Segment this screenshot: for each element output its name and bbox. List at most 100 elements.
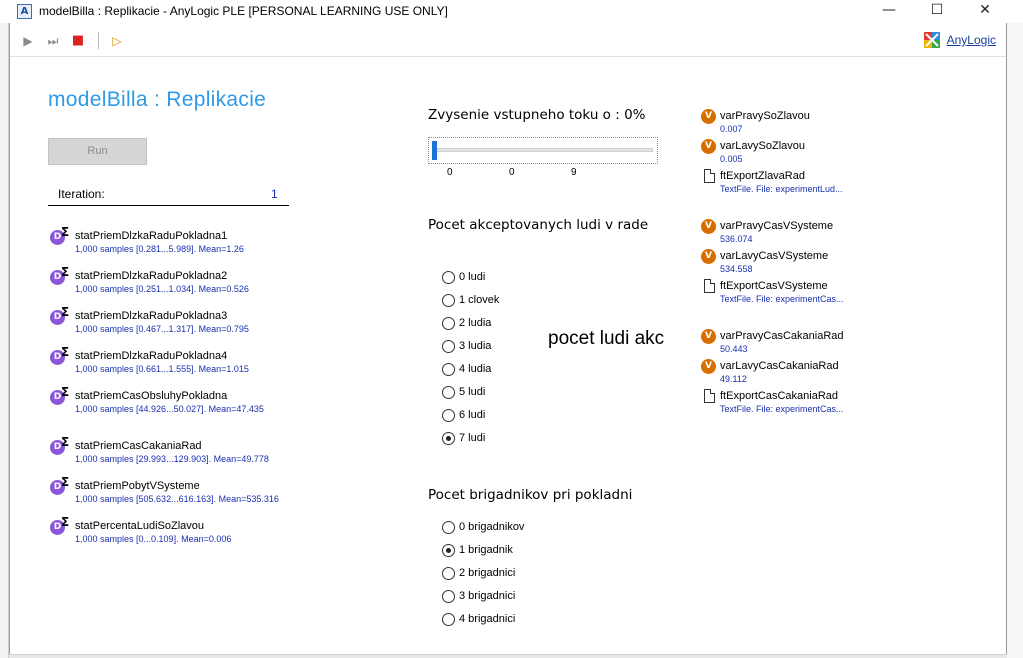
- minimize-button[interactable]: —: [866, 0, 912, 23]
- radio-button[interactable]: [442, 613, 455, 626]
- statistics-name: statPriemDlzkaRaduPokladna2: [75, 270, 228, 282]
- statistics-item[interactable]: D ΣstatPriemDlzkaRaduPokladna2 1,000 sampl…: [50, 265, 310, 298]
- toolbar-divider: [10, 56, 1006, 57]
- radio-button[interactable]: [442, 386, 455, 399]
- statistics-name: statPriemDlzkaRaduPokladna3: [75, 310, 228, 322]
- file-icon: [704, 169, 715, 183]
- toolbar-separator: [98, 32, 99, 49]
- slider-thumb[interactable]: [432, 141, 437, 160]
- variable-name: varPravyCasCakaniaRad: [720, 330, 844, 342]
- iteration-value: 1: [271, 187, 278, 201]
- run-until-icon[interactable]: ▷: [108, 32, 126, 50]
- variable-item[interactable]: VvarPravyCasCakaniaRad 50.443: [701, 328, 881, 356]
- variable-item[interactable]: VvarPravySoZlavou 0.007: [701, 108, 881, 136]
- variable-value: 49.112: [720, 374, 747, 384]
- statistics-name: statPriemCasObsluhyPokladna: [75, 390, 228, 402]
- queue-group-title: Pocet akceptovanych ludi v rade: [428, 217, 649, 233]
- radio-option[interactable]: 1 clovek: [442, 293, 562, 311]
- statistics-item[interactable]: D ΣstatPriemDlzkaRaduPokladna1 1,000 sampl…: [50, 225, 310, 258]
- anylogic-logo-icon: [924, 32, 940, 48]
- variable-value: TextFile. File: experimentCas...: [720, 294, 844, 304]
- variable-item[interactable]: VvarLavyCasVSysteme 534.558: [701, 248, 881, 276]
- variable-value: TextFile. File: experimentLud...: [720, 184, 843, 194]
- variable-item[interactable]: VvarLavySoZlavou 0.005: [701, 138, 881, 166]
- radio-button[interactable]: [442, 317, 455, 330]
- variable-icon: V: [701, 359, 716, 374]
- radio-label: 3 ludia: [459, 340, 492, 352]
- anylogic-link[interactable]: AnyLogic: [947, 33, 996, 47]
- radio-label: 4 ludia: [459, 363, 492, 375]
- statistics-icon: DΣ: [50, 435, 74, 456]
- radio-label: 2 brigadnici: [459, 567, 516, 579]
- close-button[interactable]: ✕: [962, 0, 1008, 23]
- variable-value: 0.005: [720, 154, 743, 164]
- stop-icon[interactable]: ■: [69, 32, 87, 50]
- statistics-name: statPriemDlzkaRaduPokladna1: [75, 230, 228, 242]
- radio-button[interactable]: [442, 409, 455, 422]
- variable-icon: V: [701, 109, 716, 124]
- statistics-value: 1,000 samples [0...0.109]. Mean=0.006: [75, 534, 232, 544]
- step-icon[interactable]: ⏭: [44, 32, 62, 50]
- radio-label: 6 ludi: [459, 409, 486, 421]
- radio-option[interactable]: 5 ludi: [442, 385, 562, 403]
- statistics-value: 1,000 samples [0.661...1.555]. Mean=1.01…: [75, 364, 249, 374]
- variable-value: TextFile. File: experimentCas...: [720, 404, 844, 414]
- variable-value: 534.558: [720, 264, 753, 274]
- input-flow-slider[interactable]: [428, 137, 658, 164]
- statistics-icon: DΣ: [50, 305, 74, 326]
- statistics-value: 1,000 samples [44.926...50.027]. Mean=47…: [75, 404, 264, 414]
- variable-icon: V: [701, 329, 716, 344]
- radio-option[interactable]: 0 ludi: [442, 270, 562, 288]
- slider-title: Zvysenie vstupneho toku o : 0%: [428, 107, 646, 123]
- variable-value: 0.007: [720, 124, 743, 134]
- radio-option[interactable]: 4 brigadnici: [442, 612, 562, 630]
- radio-label: 3 brigadnici: [459, 590, 516, 602]
- radio-label: 5 ludi: [459, 386, 486, 398]
- radio-option[interactable]: 7 ludi: [442, 431, 562, 449]
- iteration-divider: [48, 205, 289, 206]
- radio-button[interactable]: [442, 590, 455, 603]
- radio-button[interactable]: [442, 294, 455, 307]
- radio-option[interactable]: 2 ludia: [442, 316, 562, 334]
- variable-name: varLavySoZlavou: [720, 140, 805, 152]
- radio-label: 4 brigadnici: [459, 613, 516, 625]
- variable-value: 536.074: [720, 234, 753, 244]
- statistics-item[interactable]: D ΣstatPriemCasCakaniaRad 1,000 samples [2…: [50, 435, 310, 468]
- workers-group-title: Pocet brigadnikov pri pokladni: [428, 487, 633, 503]
- variable-value: 50.443: [720, 344, 748, 354]
- radio-option[interactable]: 3 brigadnici: [442, 589, 562, 607]
- radio-option[interactable]: 6 ludi: [442, 408, 562, 426]
- play-icon[interactable]: ▶: [19, 32, 37, 50]
- file-icon: [704, 279, 715, 293]
- radio-option[interactable]: 2 brigadnici: [442, 566, 562, 584]
- radio-label: 7 ludi: [459, 432, 486, 444]
- radio-button[interactable]: [442, 544, 455, 557]
- radio-button[interactable]: [442, 432, 455, 445]
- statistics-icon: DΣ: [50, 265, 74, 286]
- radio-button[interactable]: [442, 521, 455, 534]
- radio-button[interactable]: [442, 340, 455, 353]
- maximize-button[interactable]: ☐: [914, 0, 960, 23]
- statistics-item[interactable]: D ΣstatPriemPobytVSysteme 1,000 samples [5…: [50, 475, 310, 508]
- radio-option[interactable]: 1 brigadnik: [442, 543, 562, 561]
- variable-item[interactable]: VvarLavyCasCakaniaRad 49.112: [701, 358, 881, 386]
- radio-option[interactable]: 0 brigadnikov: [442, 520, 562, 538]
- radio-button[interactable]: [442, 363, 455, 376]
- text-file-item[interactable]: ftExportZlavaRad TextFile. File: experime…: [701, 168, 881, 196]
- statistics-item[interactable]: D ΣstatPercentaLudiSoZlavou 1,000 samples …: [50, 515, 310, 548]
- radio-option[interactable]: 3 ludia: [442, 339, 562, 357]
- statistics-value: 1,000 samples [0.251...1.034]. Mean=0.52…: [75, 284, 249, 294]
- radio-label: 1 brigadnik: [459, 544, 513, 556]
- statistics-item[interactable]: D ΣstatPriemCasObsluhyPokladna 1,000 sampl…: [50, 385, 310, 418]
- radio-button[interactable]: [442, 567, 455, 580]
- radio-option[interactable]: 4 ludia: [442, 362, 562, 380]
- window-bottom-border: [9, 654, 1007, 658]
- statistics-item[interactable]: D ΣstatPriemDlzkaRaduPokladna3 1,000 sampl…: [50, 305, 310, 338]
- variable-item[interactable]: VvarPravyCasVSysteme 536.074: [701, 218, 881, 246]
- radio-button[interactable]: [442, 271, 455, 284]
- text-file-item[interactable]: ftExportCasVSysteme TextFile. File: exper…: [701, 278, 881, 306]
- slider-min-label: 0: [447, 167, 453, 178]
- statistics-item[interactable]: D ΣstatPriemDlzkaRaduPokladna4 1,000 sampl…: [50, 345, 310, 378]
- run-button[interactable]: Run: [48, 138, 147, 165]
- text-file-item[interactable]: ftExportCasCakaniaRad TextFile. File: exp…: [701, 388, 881, 416]
